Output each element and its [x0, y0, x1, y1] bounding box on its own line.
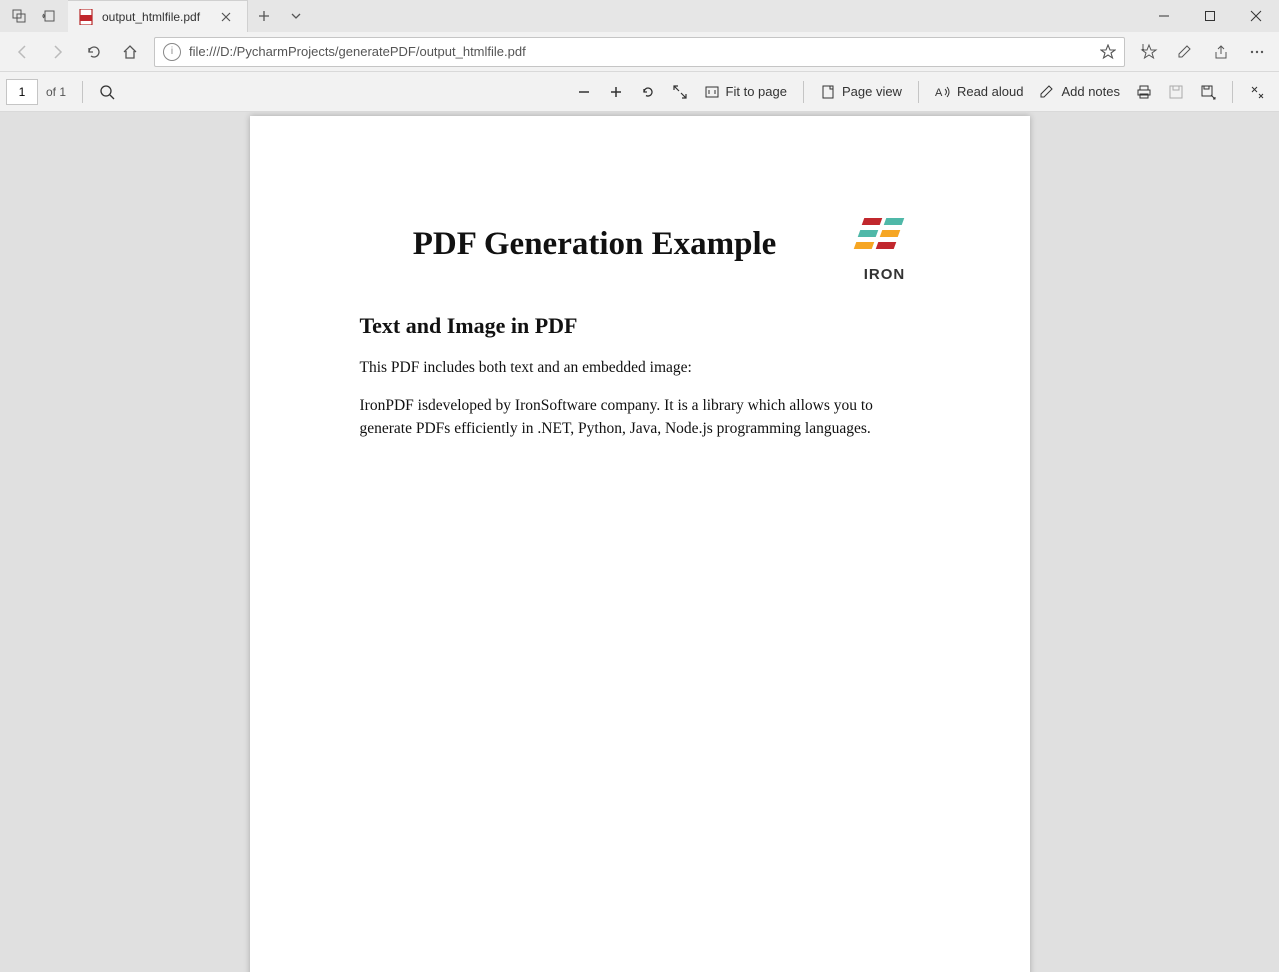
browser-tab[interactable]: output_htmlfile.pdf [68, 0, 248, 32]
page-header-row: PDF Generation Example IRON [360, 216, 920, 283]
url-input[interactable] [189, 44, 1100, 59]
tabs-dropdown-icon[interactable] [280, 0, 312, 32]
site-info-icon[interactable]: i [163, 43, 181, 61]
titlebar-spacer [312, 0, 1141, 32]
tab-actions-recent-icon[interactable] [4, 0, 34, 32]
share-button[interactable] [1203, 32, 1239, 72]
toolbar-divider [82, 81, 83, 103]
iron-logo-text: IRON [850, 266, 920, 283]
favorites-button[interactable] [1131, 32, 1167, 72]
more-button[interactable] [1239, 32, 1275, 72]
maximize-button[interactable] [1187, 0, 1233, 32]
document-paragraph-1: This PDF includes both text and an embed… [360, 357, 920, 379]
set-aside-tabs-icon[interactable] [34, 0, 64, 32]
fit-to-page-button[interactable]: Fit to page [696, 72, 795, 112]
pdf-file-icon [78, 9, 94, 25]
tab-title: output_htmlfile.pdf [102, 10, 221, 24]
toolbar-divider [918, 81, 919, 103]
pdf-toolbar: of 1 Fit to page Page view A Read aloud … [0, 72, 1279, 112]
add-notes-label: Add notes [1061, 84, 1120, 99]
notes-button[interactable] [1167, 32, 1203, 72]
close-window-button[interactable] [1233, 0, 1279, 32]
rotate-button[interactable] [632, 72, 664, 112]
find-button[interactable] [91, 72, 123, 112]
window-controls [1141, 0, 1279, 32]
pin-toolbar-button[interactable] [1241, 72, 1273, 112]
page-number-input[interactable] [6, 79, 38, 105]
titlebar-left [0, 0, 68, 32]
titlebar: output_htmlfile.pdf [0, 0, 1279, 32]
fullscreen-button[interactable] [664, 72, 696, 112]
home-button[interactable] [112, 32, 148, 72]
iron-logo-icon [855, 216, 915, 260]
zoom-out-button[interactable] [568, 72, 600, 112]
new-tab-button[interactable] [248, 0, 280, 32]
refresh-button[interactable] [76, 32, 112, 72]
page-total-label: of 1 [46, 85, 66, 99]
document-paragraph-2: IronPDF isdeveloped by IronSoftware comp… [360, 395, 920, 440]
save-button[interactable] [1160, 72, 1192, 112]
tab-close-icon[interactable] [221, 12, 237, 22]
toolbar-divider [803, 81, 804, 103]
read-aloud-button[interactable]: A Read aloud [927, 72, 1032, 112]
document-subtitle: Text and Image in PDF [360, 313, 920, 339]
svg-text:A: A [935, 87, 943, 99]
favorite-star-icon[interactable] [1100, 44, 1116, 60]
minimize-button[interactable] [1141, 0, 1187, 32]
address-box[interactable]: i [154, 37, 1125, 67]
pdf-page: PDF Generation Example IRON Text and Ima… [250, 116, 1030, 972]
back-button[interactable] [4, 32, 40, 72]
toolbar-divider [1232, 81, 1233, 103]
read-aloud-label: Read aloud [957, 84, 1024, 99]
forward-button[interactable] [40, 32, 76, 72]
pdf-viewport[interactable]: PDF Generation Example IRON Text and Ima… [0, 112, 1279, 972]
zoom-in-button[interactable] [600, 72, 632, 112]
print-button[interactable] [1128, 72, 1160, 112]
fit-to-page-label: Fit to page [726, 84, 787, 99]
document-title: PDF Generation Example [360, 226, 830, 263]
iron-logo: IRON [850, 216, 920, 283]
address-bar-row: i [0, 32, 1279, 72]
save-as-button[interactable] [1192, 72, 1224, 112]
add-notes-button[interactable]: Add notes [1031, 72, 1128, 112]
page-view-label: Page view [842, 84, 902, 99]
page-view-button[interactable]: Page view [812, 72, 910, 112]
